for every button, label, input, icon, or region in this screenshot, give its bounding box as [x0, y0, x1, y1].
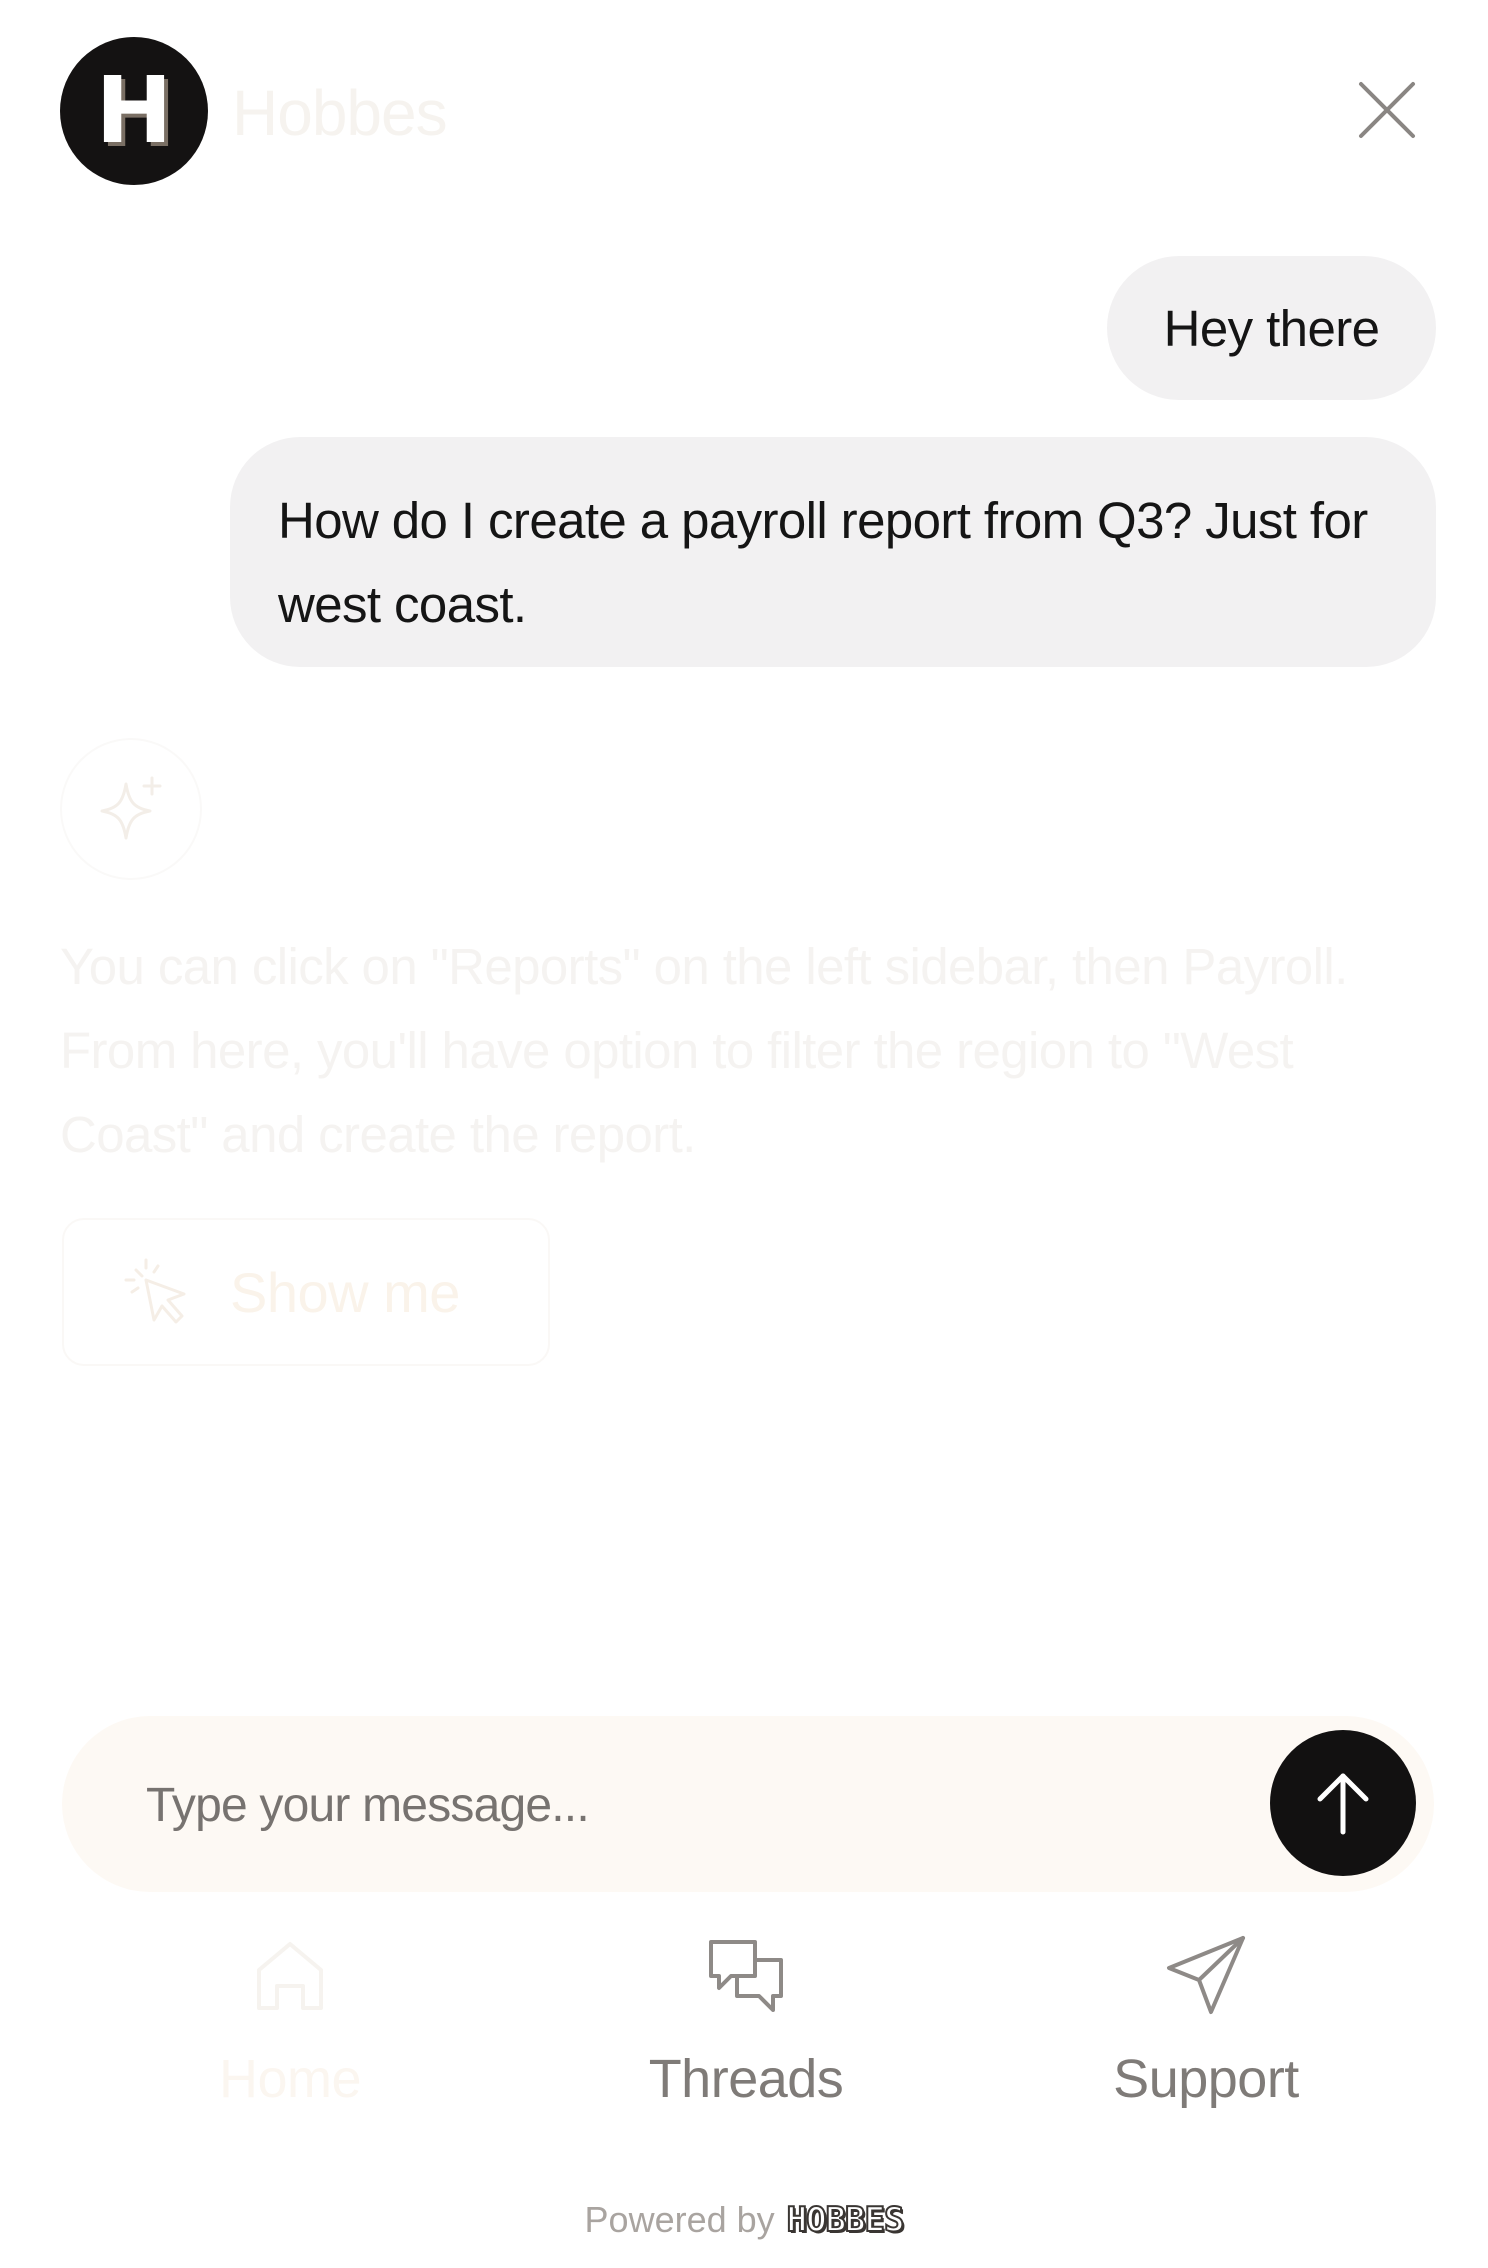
- paper-plane-icon: [1167, 1936, 1245, 2014]
- assistant-message: You can click on "Reports" on the left s…: [60, 938, 1348, 1163]
- hobbes-wordmark[interactable]: HOBBES: [786, 2199, 906, 2241]
- nav-support-label: Support: [1113, 2049, 1299, 2109]
- sparkle-icon: [100, 776, 162, 840]
- arrow-up-icon: [1317, 1773, 1369, 1835]
- assistant-avatar: [62, 740, 200, 878]
- chat-header: H Hobbes: [0, 0, 1488, 220]
- brand-name: Hobbes: [232, 77, 448, 149]
- nav-home[interactable]: Home: [140, 1930, 440, 2120]
- user-message-text: How do I create a payroll report from Q3…: [278, 492, 1368, 633]
- user-message: How do I create a payroll report from Q3…: [230, 437, 1436, 667]
- nav-home-label: Home: [218, 2049, 362, 2109]
- show-me-label: Show me: [230, 1260, 460, 1324]
- powered-by-footer: Powered by HOBBES: [0, 2190, 1488, 2250]
- logo-letter: H: [95, 57, 173, 164]
- user-message: Hey there: [1107, 256, 1436, 400]
- show-me-button[interactable]: Show me: [62, 1218, 550, 1366]
- send-button[interactable]: [1270, 1730, 1416, 1876]
- nav-threads-label: Threads: [648, 2049, 844, 2109]
- cursor-click-icon: [124, 1258, 186, 1324]
- message-composer: [62, 1716, 1434, 1894]
- home-icon: [257, 1942, 323, 2010]
- hobbes-logo: H: [60, 37, 208, 185]
- message-input[interactable]: [144, 1716, 1248, 1894]
- close-icon: [1359, 82, 1415, 138]
- chat-bubbles-icon: [709, 1940, 783, 2012]
- nav-support[interactable]: Support: [1056, 1930, 1356, 2120]
- close-button[interactable]: [1355, 78, 1419, 142]
- nav-threads[interactable]: Threads: [596, 1930, 896, 2120]
- user-message-text: Hey there: [1163, 299, 1380, 357]
- powered-by-text: Powered by: [584, 2199, 775, 2240]
